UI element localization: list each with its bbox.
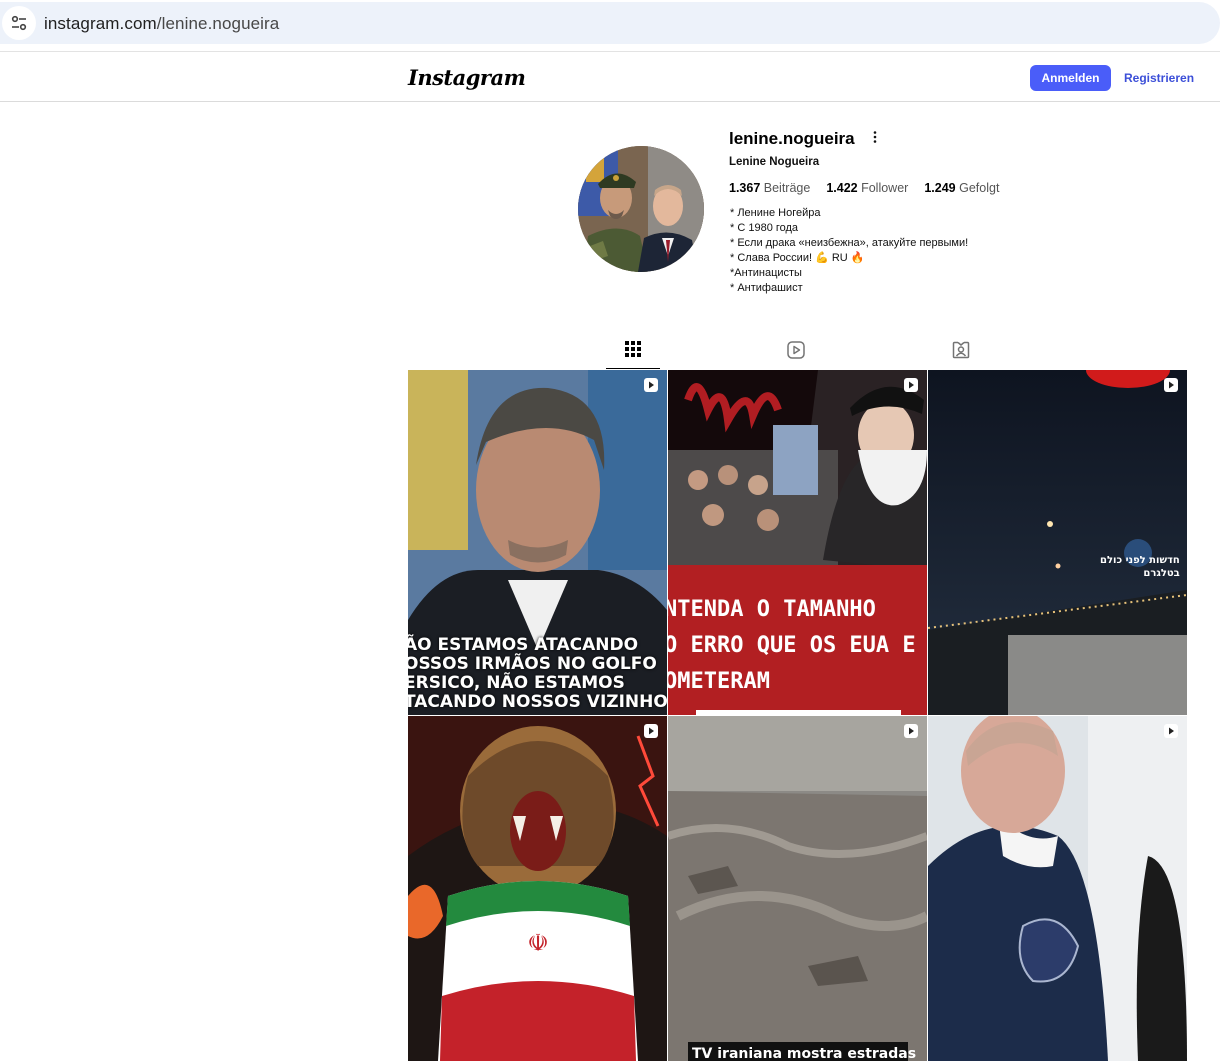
posts-label: Beiträge	[763, 181, 811, 195]
profile-username: lenine.nogueira	[729, 129, 855, 148]
post-image	[668, 716, 927, 1061]
caption-line: NTENDA O TAMANHO	[668, 597, 876, 622]
bio-line: *Антинацисты	[730, 267, 802, 279]
post-thumbnail[interactable]: חדשות לפני כולם בטלגרם	[928, 370, 1187, 715]
watermark-line: בטלגרם	[1143, 568, 1180, 579]
bio-line: * Если драка «неизбежна», атакуйте первы…	[730, 237, 969, 249]
watermark-line: חדשות לפני כולם	[1100, 555, 1180, 566]
reel-icon	[643, 723, 659, 739]
tab-reels[interactable]	[769, 335, 823, 369]
post-thumbnail[interactable]	[928, 716, 1187, 1061]
login-button[interactable]: Anmelden	[1030, 65, 1111, 91]
posts-count: 1.367	[729, 181, 761, 195]
following-stat[interactable]: 1.249 Gefolgt	[924, 181, 999, 195]
post-caption: NTENDA O TAMANHO O ERRO QUE OS EUA E ISR…	[668, 592, 927, 700]
instagram-logo[interactable]: Instagram	[408, 65, 526, 90]
bio-line: * Ленине Ногейра	[730, 207, 821, 219]
bio-line: * Антифашист	[730, 282, 803, 294]
post-image	[928, 716, 1187, 1061]
grid-icon	[625, 341, 641, 362]
tab-posts[interactable]	[606, 335, 660, 369]
post-thumbnail[interactable]: NTENDA O TAMANHO O ERRO QUE OS EUA E ISR…	[668, 370, 927, 715]
profile-full-name: Lenine Nogueira	[729, 156, 820, 168]
tab-tagged[interactable]	[934, 335, 988, 369]
bio-line: * С 1980 года	[730, 222, 799, 234]
following-label: Gefolgt	[959, 181, 1000, 195]
caption-line: ERSICO, NÃO ESTAMOS	[408, 673, 625, 693]
followers-stat[interactable]: 1.422 Follower	[826, 181, 908, 195]
caption-line: OMETERAM	[668, 669, 770, 694]
profile-avatar[interactable]	[578, 146, 704, 272]
post-watermark: חדשות לפני כולם בטלגרם	[1100, 554, 1180, 580]
bio-line: * Слава России! 💪 RU 🔥	[730, 252, 865, 264]
post-caption: TV iraniana mostra estradas	[692, 1046, 917, 1061]
browser-bar: instagram.com/lenine.nogueira	[0, 0, 1220, 52]
post-thumbnail[interactable]: TV iraniana mostra estradas	[668, 716, 927, 1061]
tagged-icon	[952, 341, 970, 364]
address-bar[interactable]: instagram.com/lenine.nogueira	[0, 2, 1220, 44]
profile-tabs	[408, 335, 1188, 369]
ig-header: Instagram Anmelden Registrieren	[0, 52, 1220, 102]
caption-line: OSSOS IRMÃOS NO GOLFO	[408, 654, 657, 674]
reels-icon	[787, 340, 805, 364]
caption-line: O ERRO QUE OS EUA E ISRA	[668, 633, 927, 658]
register-link[interactable]: Registrieren	[1124, 71, 1194, 85]
posts-stat: 1.367 Beiträge	[729, 181, 810, 195]
post-caption: ÃO ESTAMOS ATACANDO OSSOS IRMÃOS NO GOLF…	[408, 636, 667, 712]
profile-stats: 1.367 Beiträge 1.422 Follower 1.249 Gefo…	[729, 181, 999, 195]
reel-icon	[903, 377, 919, 393]
more-options-icon[interactable]	[868, 130, 882, 144]
site-settings-icon[interactable]	[2, 6, 36, 40]
reel-icon	[903, 723, 919, 739]
posts-grid: ÃO ESTAMOS ATACANDO OSSOS IRMÃOS NO GOLF…	[408, 370, 1188, 1061]
caption-line: TACANDO NOSSOS VIZINHO	[408, 692, 667, 712]
reel-icon	[1163, 377, 1179, 393]
url-text[interactable]: instagram.com/lenine.nogueira	[44, 14, 279, 34]
reel-icon	[643, 377, 659, 393]
followers-count: 1.422	[826, 181, 858, 195]
post-image	[928, 370, 1187, 715]
post-thumbnail[interactable]: ☫	[408, 716, 667, 1061]
following-count: 1.249	[924, 181, 956, 195]
svg-text:☫: ☫	[527, 929, 549, 957]
post-thumbnail[interactable]: ÃO ESTAMOS ATACANDO OSSOS IRMÃOS NO GOLF…	[408, 370, 667, 715]
profile-bio: * Ленине Ногейра * С 1980 года * Если др…	[730, 206, 968, 296]
followers-label: Follower	[861, 181, 909, 195]
post-image: ☫	[408, 716, 667, 1061]
caption-line: ÃO ESTAMOS ATACANDO	[408, 635, 639, 655]
url-path: /lenine.nogueira	[156, 14, 280, 33]
reel-icon	[1163, 723, 1179, 739]
url-domain: instagram.com	[44, 14, 157, 33]
